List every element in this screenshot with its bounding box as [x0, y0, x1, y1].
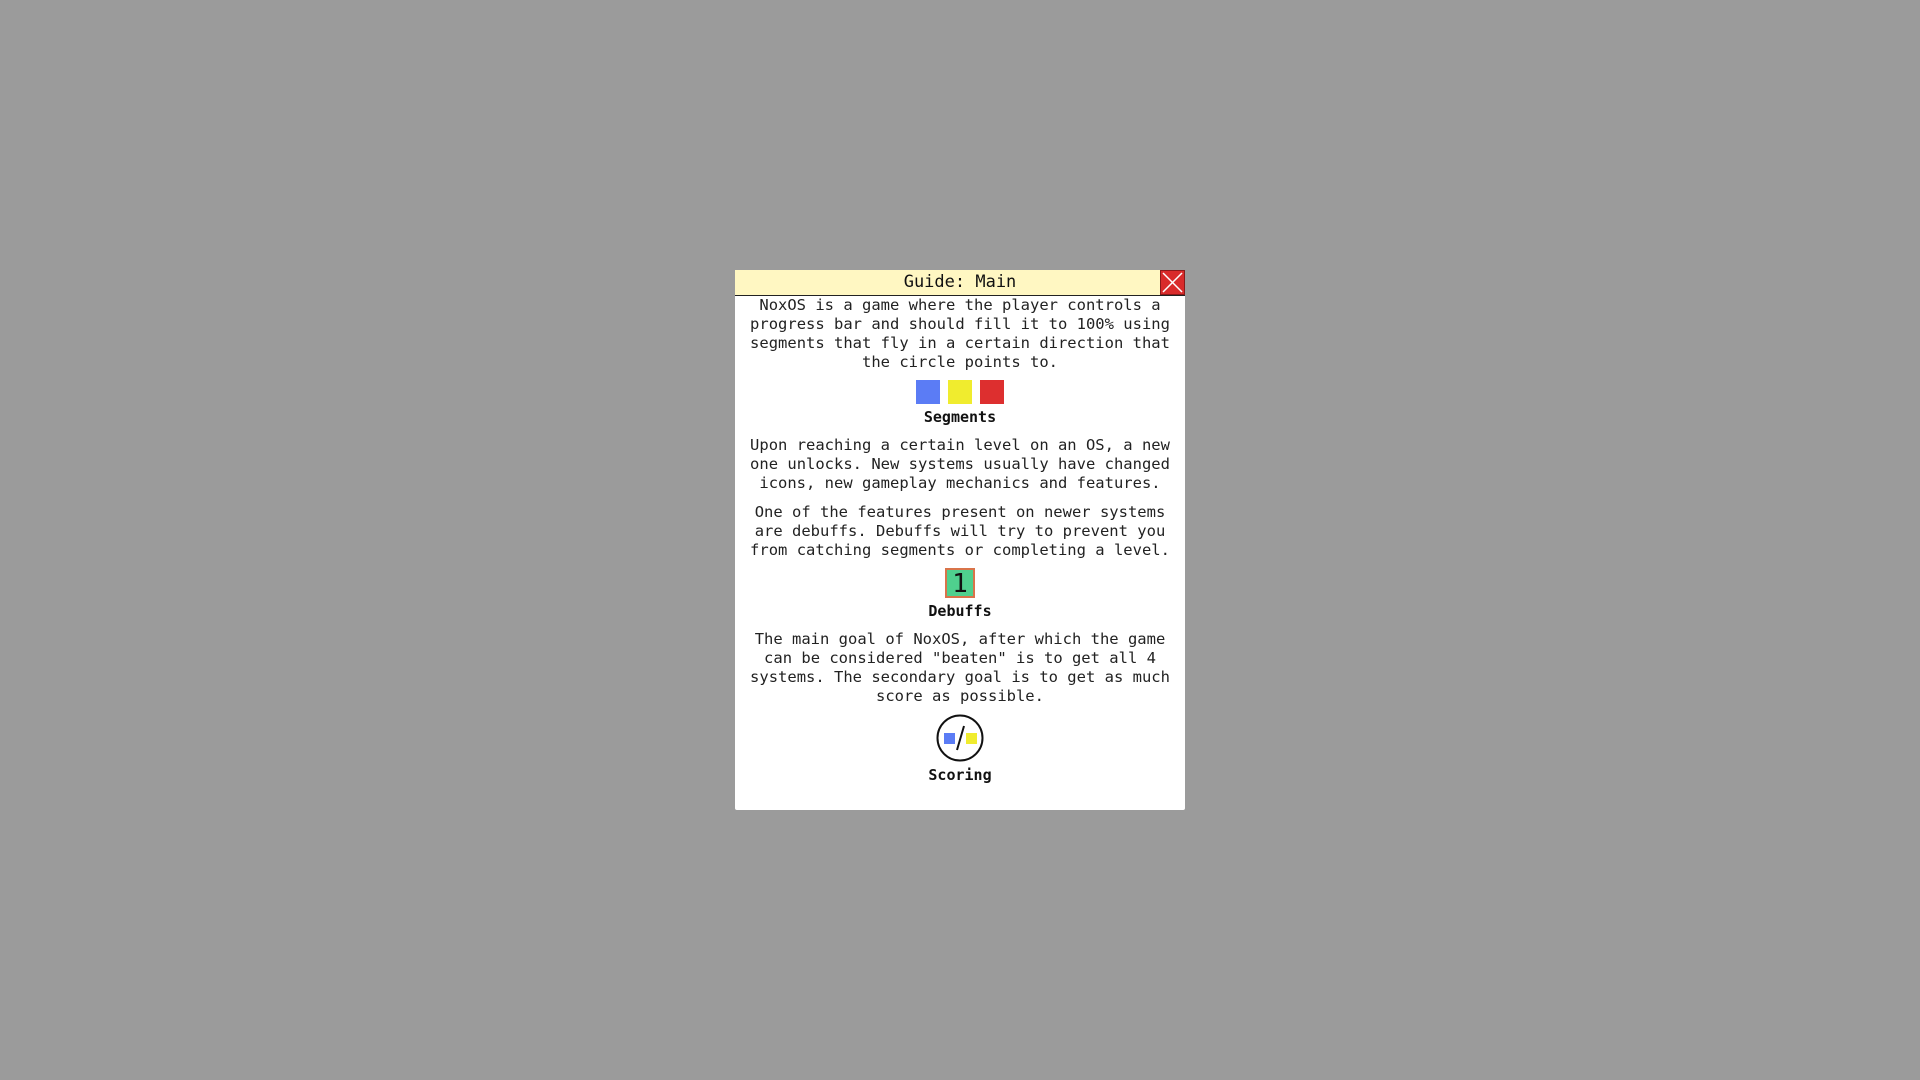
blue-segment-icon	[916, 380, 940, 404]
debuffs-paragraph: One of the features present on newer sys…	[750, 503, 1170, 559]
window-title: Guide: Main	[903, 272, 1017, 292]
debuffs-caption: Debuffs	[928, 602, 992, 620]
levels-paragraph: Upon reaching a certain level on an OS, …	[750, 436, 1170, 492]
red-segment-icon	[980, 380, 1004, 404]
guide-content: NoxOS is a game where the player control…	[735, 296, 1185, 784]
yellow-segment-icon	[948, 380, 972, 404]
close-icon	[1162, 272, 1183, 293]
segments-icons	[739, 380, 1181, 404]
debuff-icon: 1	[945, 568, 975, 598]
guide-window: Guide: Main NoxOS is a game where the pl…	[735, 270, 1185, 810]
segments-caption: Segments	[923, 408, 997, 426]
goal-paragraph: The main goal of NoxOS, after which the …	[750, 630, 1170, 705]
intro-paragraph: NoxOS is a game where the player control…	[750, 296, 1170, 371]
titlebar: Guide: Main	[735, 270, 1185, 296]
scoring-icon	[936, 714, 984, 762]
close-button[interactable]	[1160, 270, 1185, 295]
scoring-caption: Scoring	[928, 766, 992, 784]
